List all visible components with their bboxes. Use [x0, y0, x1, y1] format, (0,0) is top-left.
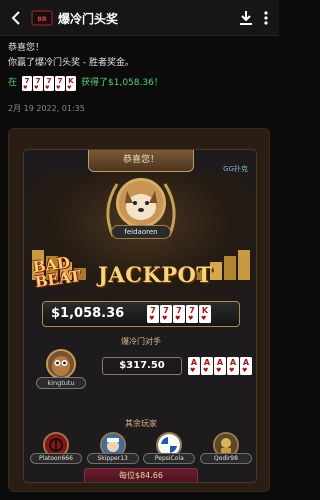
player-item: Qodir98	[199, 432, 252, 464]
player-name: Platoon666	[30, 453, 82, 464]
back-arrow-icon[interactable]	[8, 9, 26, 27]
opponent-hand: A A A A A	[188, 357, 252, 375]
playing-card: K	[199, 305, 211, 323]
jackpot-card-inner: 恭喜您！ GG扑克 feidaoren BAD BEAT JACKPOT $1,…	[23, 149, 257, 483]
jackpot-logo-icon: BB	[31, 10, 53, 26]
opponent-prize: $317.50	[102, 357, 182, 375]
message-suffix: 获得了$1,058.36！	[81, 78, 163, 88]
jackpot-amount-bar: $1,058.36 7 7 7 7 K	[42, 301, 240, 327]
player-name: PepsiCola	[143, 453, 196, 464]
jackpot-title: JACKPOT	[98, 262, 213, 287]
playing-card: A	[201, 357, 213, 375]
opponent-row: kingtutu $317.50 A A A A A	[24, 349, 256, 405]
playing-card: 7	[173, 305, 185, 323]
jackpot-card: 恭喜您！ GG扑克 feidaoren BAD BEAT JACKPOT $1,…	[8, 128, 270, 492]
opponent-avatar	[46, 349, 76, 379]
player-name: Skipper13	[86, 453, 139, 464]
other-players: Platoon666 Skipper13 PepsiCola Qodir98	[30, 432, 252, 464]
top-bar: BB 爆冷门头奖	[0, 0, 279, 36]
playing-card: A	[240, 357, 252, 375]
playing-card: 7	[55, 76, 66, 91]
message-cards: 7 7 7 7 K	[22, 76, 77, 91]
message-greeting: 恭喜您！	[8, 43, 45, 53]
playing-card: 7	[22, 76, 33, 91]
congrats-banner: 恭喜您！	[88, 150, 194, 172]
playing-card: 7	[160, 305, 172, 323]
message-line: 你赢了爆冷门头奖 - 胜者奖金。	[8, 58, 134, 68]
opponent-name: kingtutu	[36, 377, 86, 389]
opponent-section-title: 爆冷门对手	[121, 337, 161, 346]
jackpot-scene: feidaoren BAD BEAT JACKPOT	[24, 172, 256, 300]
player-name: Qodir98	[199, 453, 252, 464]
winner-name: feidaoren	[111, 225, 171, 239]
each-prize: 每位$84.66	[84, 468, 198, 482]
playing-card: 7	[147, 305, 159, 323]
bad-beat-logo: BAD BEAT	[32, 252, 98, 294]
timestamp: 2月 19 2022, 01:35	[8, 104, 85, 113]
winner-avatar	[116, 178, 166, 228]
message-body: 恭喜您！ 你赢了爆冷门头奖 - 胜者奖金。 在 7 7 7 7 K 获得了$1,…	[8, 42, 270, 91]
svg-text:BB: BB	[37, 16, 47, 23]
playing-card: K	[66, 76, 77, 91]
player-item: Platoon666	[30, 432, 82, 464]
more-vertical-icon[interactable]	[262, 9, 270, 27]
owl-avatar-icon	[48, 351, 74, 377]
player-item: PepsiCola	[143, 432, 196, 464]
playing-card: A	[188, 357, 200, 375]
jackpot-amount: $1,058.36	[51, 306, 125, 321]
playing-card: 7	[44, 76, 55, 91]
playing-card: A	[227, 357, 239, 375]
others-section-title: 其余玩家	[125, 419, 157, 428]
page-title: 爆冷门头奖	[58, 12, 119, 26]
playing-card: 7	[33, 76, 44, 91]
playing-card: A	[214, 357, 226, 375]
dog-avatar-icon	[119, 181, 163, 225]
download-icon[interactable]	[238, 9, 254, 27]
message-hand-line: 在 7 7 7 7 K 获得了$1,058.36！	[8, 76, 270, 91]
message-prefix: 在	[8, 78, 18, 88]
player-item: Skipper13	[86, 432, 139, 464]
playing-card: 7	[186, 305, 198, 323]
winning-hand: 7 7 7 7 K	[147, 305, 211, 323]
